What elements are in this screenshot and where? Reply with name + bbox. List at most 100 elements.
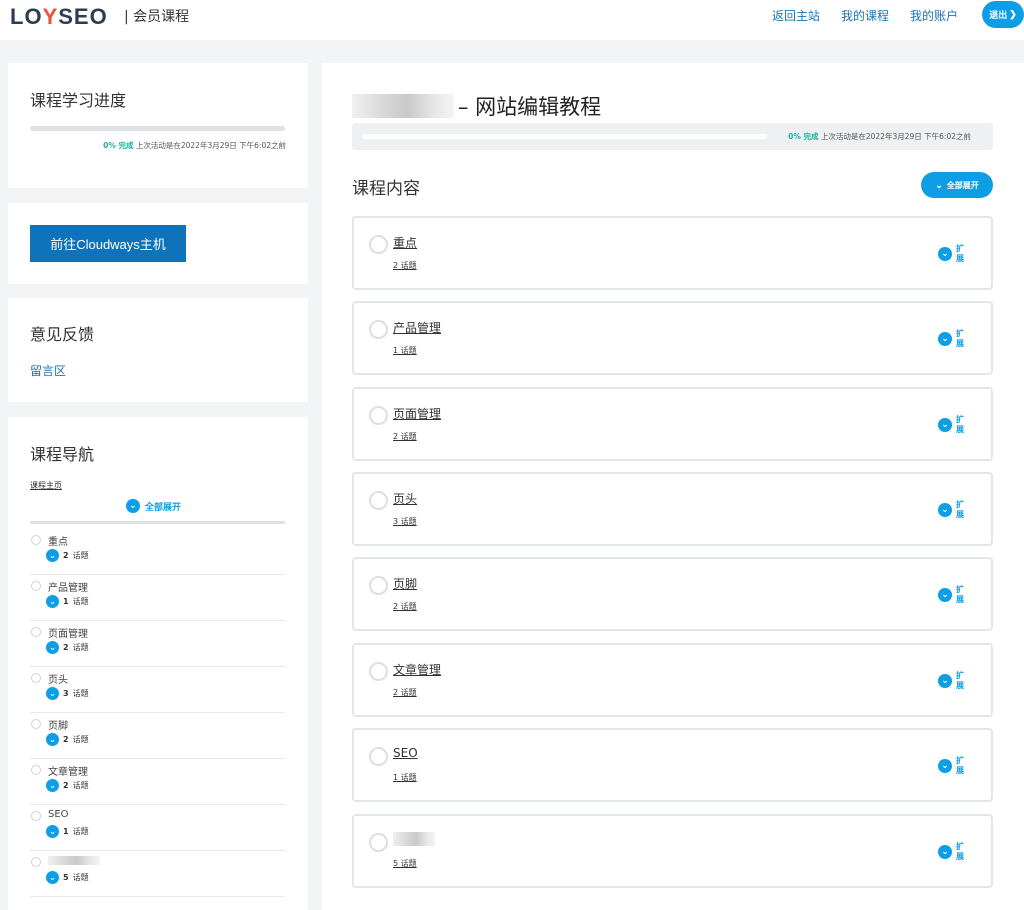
lesson-title-link-redacted[interactable]	[393, 832, 435, 849]
nav-lesson-item[interactable]: 文章管理 ⌄ 2 话题	[30, 759, 285, 805]
nav-lesson-topics[interactable]: ⌄ 1 话题	[46, 825, 89, 838]
topic-label: 话题	[72, 781, 89, 790]
nav-lesson-item[interactable]: 产品管理 ⌄ 1 话题	[30, 575, 285, 621]
lesson-expand-button[interactable]: ⌄ 扩展	[938, 329, 965, 349]
nav-lesson-topics[interactable]: ⌄ 2 话题	[46, 779, 89, 792]
top-header: LOYSEO | 会员课程 返回主站 我的课程 我的账户 退出 ❯	[0, 0, 1024, 40]
lesson-topics-link[interactable]: 5 话题	[393, 858, 417, 869]
chevron-down-icon: ⌄	[46, 549, 59, 562]
comment-area-link[interactable]: 留言区	[30, 362, 66, 379]
nav-lesson-topics[interactable]: ⌄ 5 话题	[46, 871, 89, 884]
expand-label: 扩展	[956, 244, 964, 263]
nav-lesson-topics[interactable]: ⌄ 1 话题	[46, 595, 89, 608]
nav-link-my-courses[interactable]: 我的课程	[841, 7, 889, 24]
lesson-row[interactable]: 页头 3 话题 ⌄ 扩展	[352, 472, 993, 546]
lesson-title-link[interactable]: 页脚	[393, 575, 417, 592]
nav-lesson-item[interactable]: 页脚 ⌄ 2 话题	[30, 713, 285, 759]
expand-label: 扩展	[956, 756, 964, 775]
lesson-row[interactable]: SEO 1 话题 ⌄ 扩展	[352, 728, 993, 802]
lesson-status-icon	[369, 235, 388, 254]
lesson-expand-button[interactable]: ⌄ 扩展	[938, 671, 965, 691]
lesson-expand-button[interactable]: ⌄ 扩展	[938, 756, 965, 776]
lesson-expand-button[interactable]: ⌄ 扩展	[938, 244, 965, 264]
nav-lesson-name[interactable]: SEO	[48, 809, 69, 820]
lesson-status-icon	[31, 627, 41, 637]
topic-label: 话题	[72, 597, 89, 606]
nav-lesson-name[interactable]: 页脚	[48, 717, 68, 732]
lesson-title-link[interactable]: 文章管理	[393, 661, 441, 678]
nav-lesson-name-redacted[interactable]	[48, 855, 100, 866]
lesson-row[interactable]: 页面管理 2 话题 ⌄ 扩展	[352, 387, 993, 461]
topic-label: 话题	[72, 551, 89, 560]
nav-lesson-name[interactable]: 页头	[48, 671, 68, 686]
expand-all-button[interactable]: ⌄ 全部展开	[921, 172, 993, 198]
nav-link-my-account[interactable]: 我的账户	[910, 7, 958, 24]
nav-lesson-topics[interactable]: ⌄ 2 话题	[46, 549, 89, 562]
nav-lesson-name[interactable]: 文章管理	[48, 763, 88, 778]
lesson-topics-link[interactable]: 1 话题	[393, 772, 417, 783]
nav-lesson-name[interactable]: 产品管理	[48, 579, 88, 594]
lesson-title-link[interactable]: 重点	[393, 234, 417, 251]
topic-count: 1	[63, 597, 69, 606]
lesson-expand-button[interactable]: ⌄ 扩展	[938, 842, 965, 862]
lesson-status-icon	[31, 581, 41, 591]
logout-button[interactable]: 退出 ❯	[982, 1, 1024, 28]
lesson-title-link[interactable]: 产品管理	[393, 319, 441, 336]
lesson-topics-link[interactable]: 2 话题	[393, 601, 417, 612]
course-content-title: 课程内容	[352, 179, 420, 199]
nav-lesson-name[interactable]: 重点	[48, 533, 68, 548]
nav-expand-all[interactable]: ⌄ 全部展开	[126, 499, 181, 513]
lesson-title-link[interactable]: 页面管理	[393, 405, 441, 422]
chevron-down-icon: ⌄	[938, 332, 952, 346]
course-home-link[interactable]: 课程主页	[30, 480, 62, 491]
expand-label: 扩展	[956, 415, 964, 434]
lesson-expand-button[interactable]: ⌄ 扩展	[938, 500, 965, 520]
nav-lesson-item[interactable]: 重点 ⌄ 2 话题	[30, 529, 285, 575]
lesson-row[interactable]: 页脚 2 话题 ⌄ 扩展	[352, 557, 993, 631]
topic-count: 2	[63, 735, 69, 744]
lesson-topics-link[interactable]: 1 话题	[393, 345, 417, 356]
chevron-down-icon: ⌄	[126, 499, 140, 513]
lesson-expand-button[interactable]: ⌄ 扩展	[938, 415, 965, 435]
nav-lesson-name[interactable]: 页面管理	[48, 625, 88, 640]
topic-label: 话题	[72, 689, 89, 698]
nav-lesson-topics[interactable]: ⌄ 2 话题	[46, 641, 89, 654]
chevron-down-icon: ⌄	[46, 825, 59, 838]
nav-lesson-item[interactable]: 页头 ⌄ 3 话题	[30, 667, 285, 713]
logo-text-left: LO	[10, 4, 43, 29]
chevron-down-icon: ⌄	[46, 871, 59, 884]
lesson-title-link[interactable]: 页头	[393, 490, 417, 507]
nav-lesson-item[interactable]: 页面管理 ⌄ 2 话题	[30, 621, 285, 667]
progress-last-activity: 上次活动是在2022年3月29日 下午6:02之前	[135, 141, 286, 150]
course-title-text: – 网站编辑教程	[458, 95, 602, 119]
site-logo[interactable]: LOYSEO	[10, 4, 108, 30]
top-nav: 返回主站 我的课程 我的账户	[772, 7, 958, 24]
nav-lesson-topics[interactable]: ⌄ 3 话题	[46, 687, 89, 700]
lesson-topics-link[interactable]: 2 话题	[393, 431, 417, 442]
topic-label: 话题	[72, 827, 89, 836]
lesson-title-link[interactable]: SEO	[393, 746, 418, 760]
chevron-down-icon: ⌄	[46, 687, 59, 700]
cloudways-button[interactable]: 前往Cloudways主机	[30, 225, 186, 262]
chevron-right-icon: ❯	[1009, 9, 1017, 19]
expand-label: 扩展	[956, 671, 964, 690]
lesson-status-icon	[31, 857, 41, 867]
progress-card: 课程学习进度 0% 完成 上次活动是在2022年3月29日 下午6:02之前	[8, 63, 308, 188]
nav-lesson-item[interactable]: SEO ⌄ 1 话题	[30, 805, 285, 851]
course-progress-percent: 0% 完成	[788, 132, 819, 141]
course-nav-card: 课程导航 课程主页 ⌄ 全部展开 重点 ⌄ 2 话题 产品管理 ⌄ 1 话题 页面管理 …	[8, 417, 308, 910]
nav-link-home[interactable]: 返回主站	[772, 7, 820, 24]
chevron-down-icon: ⌄	[46, 779, 59, 792]
nav-lesson-item[interactable]: ⌄ 5 话题	[30, 851, 285, 897]
lesson-topics-link[interactable]: 3 话题	[393, 516, 417, 527]
lesson-topics-link[interactable]: 2 话题	[393, 687, 417, 698]
lesson-row[interactable]: 文章管理 2 话题 ⌄ 扩展	[352, 643, 993, 717]
lesson-row[interactable]: 重点 2 话题 ⌄ 扩展	[352, 216, 993, 290]
lesson-expand-button[interactable]: ⌄ 扩展	[938, 585, 965, 605]
progress-bar	[30, 126, 285, 131]
lesson-status-icon	[31, 673, 41, 683]
lesson-row[interactable]: 5 话题 ⌄ 扩展	[352, 814, 993, 888]
lesson-topics-link[interactable]: 2 话题	[393, 260, 417, 271]
nav-lesson-topics[interactable]: ⌄ 2 话题	[46, 733, 89, 746]
lesson-row[interactable]: 产品管理 1 话题 ⌄ 扩展	[352, 301, 993, 375]
